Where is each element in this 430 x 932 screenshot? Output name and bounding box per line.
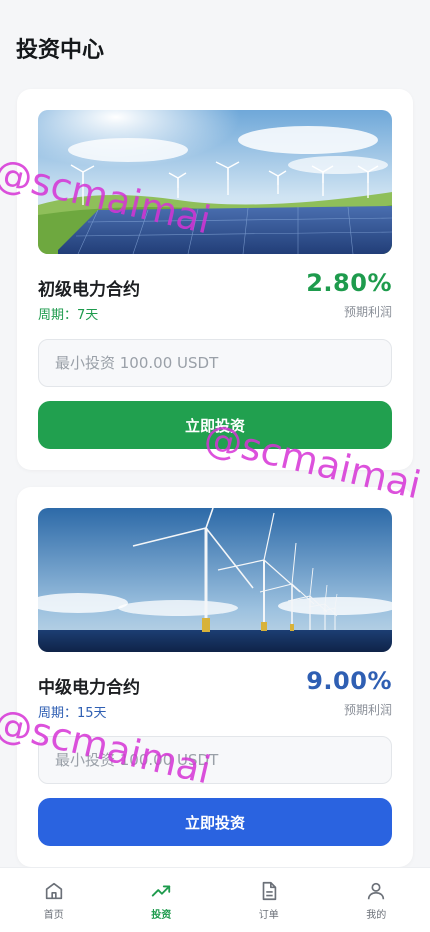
trending-up-icon [152,885,171,897]
expected-profit-label: 预期利润 [343,305,392,319]
home-icon [45,882,62,900]
offshore-wind-image [38,508,392,652]
contract-name: 初级电力合约 [38,280,140,300]
tab-invest[interactable]: 投资 [121,880,201,921]
invest-now-button[interactable]: 立即投资 [38,401,392,449]
expected-profit-rate: 9.00% [306,667,392,695]
contract-card-intermediate: 中级电力合约 周期：15天 9.00% 预期利润 立即投资 [17,487,413,867]
tab-label: 首页 [43,910,64,921]
expected-profit-rate: 2.80% [306,269,392,297]
investment-amount-input[interactable] [38,736,392,784]
tab-label: 我的 [366,910,387,921]
bottom-tab-bar: 首页 投资 订单 我的 [0,867,430,932]
tab-profile[interactable]: 我的 [336,880,416,921]
contract-period: 周期：15天 [38,706,107,721]
investment-amount-input[interactable] [38,339,392,387]
solar-wind-image [38,110,392,254]
tab-orders[interactable]: 订单 [229,880,309,921]
user-icon [368,882,385,900]
document-icon [262,881,276,901]
expected-profit-label: 预期利润 [343,703,392,717]
tab-home[interactable]: 首页 [14,880,94,921]
page-title: 投资中心 [16,38,105,63]
tab-label: 投资 [151,910,172,921]
invest-now-button[interactable]: 立即投资 [38,798,392,846]
contract-card-basic: 初级电力合约 周期：7天 2.80% 预期利润 立即投资 [17,89,413,470]
contract-period: 周期：7天 [38,308,99,323]
tab-label: 订单 [258,910,279,921]
contract-name: 中级电力合约 [38,678,140,698]
